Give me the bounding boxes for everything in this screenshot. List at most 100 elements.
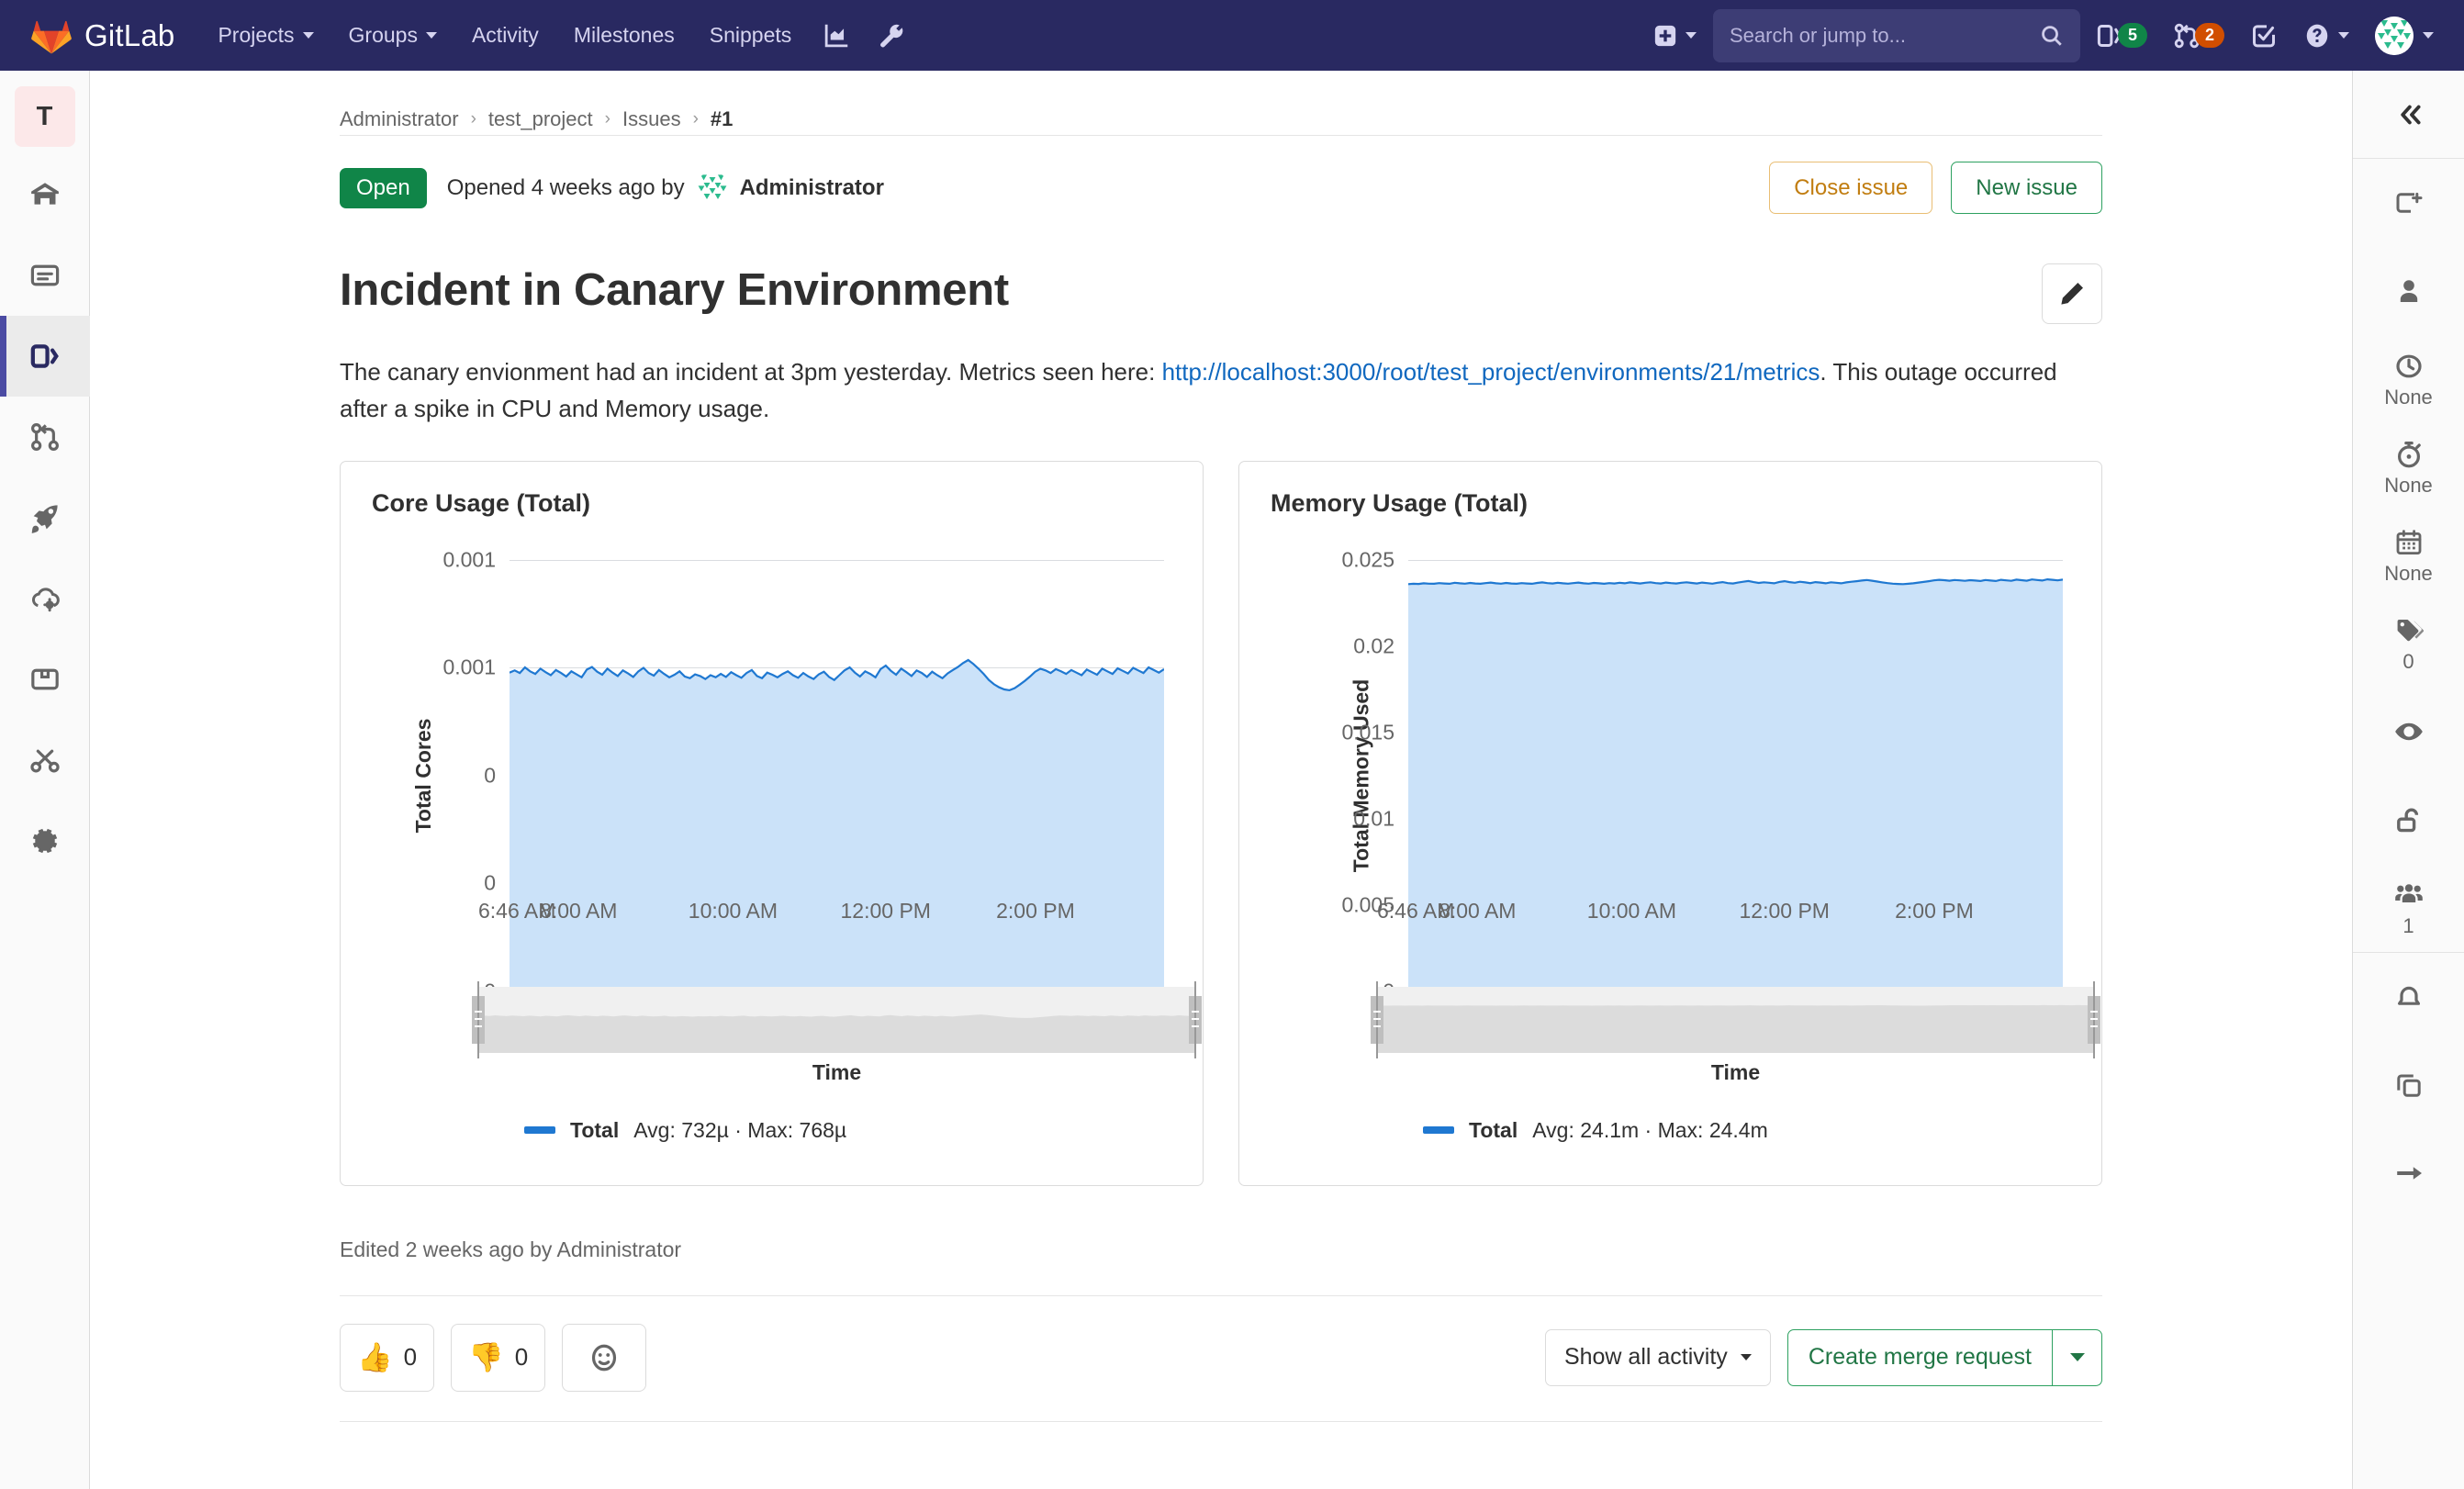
brush-handle-left[interactable] xyxy=(472,980,485,1058)
sidebar-item-settings[interactable] xyxy=(0,800,90,881)
brush-preview xyxy=(478,1013,1195,1053)
nav-groups[interactable]: Groups xyxy=(331,0,454,71)
search-input[interactable] xyxy=(1729,23,2031,48)
rocket-icon xyxy=(29,502,61,533)
nav-merge-requests-button[interactable]: 2 xyxy=(2163,10,2234,62)
sidebar-collapse-toggle[interactable] xyxy=(2353,71,2464,159)
activity-filter-dropdown[interactable]: Show all activity xyxy=(1544,1328,1771,1386)
nav-links: Projects Groups Activity Milestones Snip… xyxy=(200,0,919,71)
smiley-icon xyxy=(588,1342,620,1373)
brush-handle-right[interactable] xyxy=(1189,980,1202,1058)
breadcrumb-administrator[interactable]: Administrator xyxy=(340,107,459,131)
nav-todos-button[interactable] xyxy=(2240,10,2288,62)
thumbs-up-count: 0 xyxy=(403,1343,418,1371)
nav-projects-label: Projects xyxy=(218,23,295,47)
todo-check-icon xyxy=(2250,22,2278,50)
nav-help-button[interactable] xyxy=(2293,10,2359,62)
sidebar-item-project-home[interactable] xyxy=(0,154,90,235)
issue-author[interactable]: Administrator xyxy=(740,175,884,201)
search-box[interactable] xyxy=(1712,8,2080,62)
x-tick: 2:00 PM xyxy=(996,898,1075,923)
search-icon xyxy=(2040,24,2064,48)
sidebar-copy-reference[interactable] xyxy=(2353,1041,2464,1129)
thumbs-down-reaction[interactable]: 👎 0 xyxy=(451,1323,546,1392)
sidebar-item-repository[interactable] xyxy=(0,235,90,316)
project-avatar[interactable]: T xyxy=(14,86,75,147)
copy-icon xyxy=(2394,1070,2424,1100)
brush-handle-left[interactable] xyxy=(1371,980,1383,1058)
x-tick: 12:00 PM xyxy=(1739,898,1830,923)
nav-projects[interactable]: Projects xyxy=(200,0,330,71)
clock-icon xyxy=(2394,352,2424,381)
wrench-icon xyxy=(879,23,904,49)
gitlab-logo-icon xyxy=(31,16,72,56)
issue-title-row: Incident in Canary Environment xyxy=(340,238,2102,325)
create-merge-request-split-button: Create merge request xyxy=(1786,1328,2102,1386)
nav-milestones[interactable]: Milestones xyxy=(556,0,692,71)
sidebar-assignee[interactable] xyxy=(2353,247,2464,335)
create-merge-request-button[interactable]: Create merge request xyxy=(1788,1330,2052,1385)
cloud-gear-icon xyxy=(29,583,61,614)
scissors-icon xyxy=(29,744,61,776)
author-avatar xyxy=(695,171,729,205)
nav-admin-tools[interactable] xyxy=(864,0,919,71)
sidebar-due-date[interactable]: None xyxy=(2353,511,2464,599)
close-issue-button[interactable]: Close issue xyxy=(1769,162,1933,215)
sidebar-new-issue[interactable] xyxy=(2353,159,2464,247)
issue-description: The canary envionment had an incident at… xyxy=(340,324,2102,428)
y-tick: 0 xyxy=(484,870,496,895)
x-axis-title: Time xyxy=(812,1059,862,1084)
eye-icon xyxy=(2394,717,2424,746)
nav-snippets[interactable]: Snippets xyxy=(692,0,810,71)
legend-series-stats: Avg: 24.1m · Max: 24.4m xyxy=(1532,1117,1768,1142)
nav-issues-button[interactable]: 5 xyxy=(2086,10,2157,62)
add-reaction-button[interactable] xyxy=(562,1323,647,1392)
issue-meta: Opened 4 weeks ago by Administrator xyxy=(447,171,884,205)
sidebar-confidentiality[interactable] xyxy=(2353,776,2464,864)
activity-filter-label: Show all activity xyxy=(1563,1344,1728,1371)
nav-activity[interactable]: Activity xyxy=(454,0,556,71)
metrics-link[interactable]: http://localhost:3000/root/test_project/… xyxy=(1162,358,1820,386)
brand-label: GitLab xyxy=(84,17,175,52)
nav-milestones-label: Milestones xyxy=(573,23,675,47)
new-issue-button[interactable]: New issue xyxy=(1951,162,2102,215)
sidebar-milestone[interactable]: None xyxy=(2353,335,2464,423)
page-title: Incident in Canary Environment xyxy=(340,265,1009,316)
package-icon xyxy=(29,664,61,695)
breadcrumb-issues[interactable]: Issues xyxy=(622,107,681,131)
nav-right-group: 5 2 xyxy=(1642,8,2444,62)
x-axis-ticks: 6:46 AM 8:00 AM 10:00 AM 12:00 PM 2:00 P… xyxy=(478,899,1203,935)
sidebar-weight[interactable] xyxy=(2353,688,2464,776)
chevron-down-icon xyxy=(425,32,437,39)
sidebar-item-merge-requests[interactable] xyxy=(0,397,90,477)
footer-right-actions: Show all activity Create merge request xyxy=(1544,1328,2102,1386)
user-menu-button[interactable] xyxy=(2365,10,2444,62)
thumbs-up-reaction[interactable]: 👍 0 xyxy=(340,1323,435,1392)
avatar xyxy=(2375,16,2414,55)
chart-range-brush[interactable] xyxy=(1371,980,2100,1058)
chart-range-brush[interactable] xyxy=(472,980,1202,1058)
create-merge-request-dropdown-toggle[interactable] xyxy=(2052,1329,2101,1385)
status-badge: Open xyxy=(340,167,427,208)
sidebar-item-packages[interactable] xyxy=(0,639,90,720)
top-navbar: GitLab Projects Groups Activity Mileston… xyxy=(0,0,2464,71)
help-icon xyxy=(2303,22,2331,50)
nav-analytics[interactable] xyxy=(809,0,864,71)
brush-handle-right[interactable] xyxy=(2088,980,2100,1058)
issues-icon xyxy=(29,341,61,372)
sidebar-item-cicd[interactable] xyxy=(0,477,90,558)
x-tick: 8:00 AM xyxy=(540,898,618,923)
sidebar-time-tracking[interactable]: None xyxy=(2353,423,2464,511)
sidebar-participants[interactable]: 1 xyxy=(2353,864,2464,952)
sidebar-item-operations[interactable] xyxy=(0,558,90,639)
sidebar-move-issue[interactable] xyxy=(2353,1129,2464,1217)
sidebar-notifications[interactable] xyxy=(2353,953,2464,1041)
breadcrumb-project[interactable]: test_project xyxy=(488,107,593,131)
new-dropdown-button[interactable] xyxy=(1642,10,1708,62)
gitlab-brand[interactable]: GitLab xyxy=(0,16,200,56)
edit-issue-button[interactable] xyxy=(2042,263,2102,325)
sidebar-item-issues[interactable] xyxy=(0,316,90,397)
sidebar-item-snippets[interactable] xyxy=(0,720,90,800)
sidebar-labels[interactable]: 0 xyxy=(2353,599,2464,688)
right-sidebar: None None None 0 1 xyxy=(2352,71,2464,1489)
